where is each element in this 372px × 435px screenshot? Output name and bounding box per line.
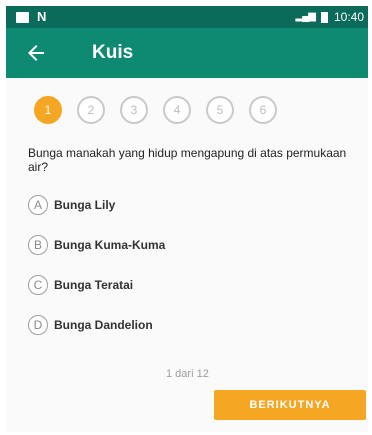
option-text-d: Bunga Dandelion xyxy=(54,318,153,332)
step-3[interactable]: 3 xyxy=(120,96,148,124)
next-button[interactable]: BERIKUTNYA xyxy=(214,390,366,420)
battery-icon xyxy=(320,11,328,23)
status-right: ▂▄▆ 10:40 xyxy=(296,9,365,25)
option-d[interactable]: D Bunga Dandelion xyxy=(28,312,165,338)
notification-icon xyxy=(16,11,29,23)
step-5[interactable]: 5 xyxy=(206,96,234,124)
step-1[interactable]: 1 xyxy=(34,96,62,124)
status-left: N xyxy=(16,9,46,25)
question-text: Bunga manakah yang hidup mengapung di at… xyxy=(28,146,347,174)
option-b[interactable]: B Bunga Kuma-Kuma xyxy=(28,232,165,258)
option-a[interactable]: A Bunga Lily xyxy=(28,192,165,218)
carrier-icon: N xyxy=(37,9,47,24)
option-text-c: Bunga Teratai xyxy=(54,278,134,292)
status-time: 10:40 xyxy=(333,10,364,24)
option-letter-a: A xyxy=(28,195,48,215)
option-text-b: Bunga Kuma-Kuma xyxy=(54,238,166,252)
arrow-left-icon[interactable] xyxy=(24,41,48,65)
option-text-a: Bunga Lily xyxy=(54,198,116,212)
step-6[interactable]: 6 xyxy=(249,96,277,124)
option-letter-b: B xyxy=(28,235,48,255)
signal-icon: ▂▄▆ xyxy=(295,11,316,22)
step-2[interactable]: 2 xyxy=(77,96,105,124)
answer-options: A Bunga Lily B Bunga Kuma-Kuma C Bunga T… xyxy=(28,192,165,352)
phone-screen: N ▂▄▆ 10:40 Kuis 1 2 3 4 5 6 Bunga manak… xyxy=(6,6,368,432)
question-stepper: 1 2 3 4 5 6 xyxy=(34,96,277,124)
status-bar: N ▂▄▆ 10:40 xyxy=(6,6,368,28)
option-letter-d: D xyxy=(28,315,48,335)
progress-text: 1 dari 12 xyxy=(166,368,209,380)
page-title: Kuis xyxy=(92,42,134,63)
step-4[interactable]: 4 xyxy=(163,96,191,124)
option-c[interactable]: C Bunga Teratai xyxy=(28,272,165,298)
app-bar: Kuis xyxy=(6,28,368,78)
option-letter-c: C xyxy=(28,275,48,295)
